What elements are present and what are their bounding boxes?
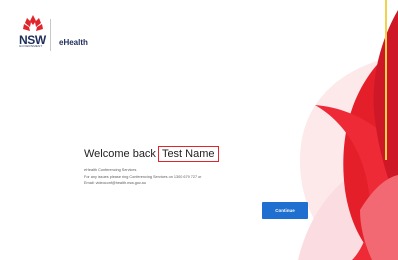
info-line: Email: videoconf@health.nsw.gov.au [84,181,146,186]
info-line: eHealth Conferencing Services [84,168,137,172]
welcome-panel: Welcome back Test Name eHealth Conferenc… [84,146,254,187]
accent-line [385,0,387,160]
logo-subtext: GOVERNMENT [19,44,43,48]
header-divider [50,19,51,51]
support-info: eHealth Conferencing Services For any is… [84,167,254,187]
user-name-highlight: Test Name [157,146,219,162]
welcome-prefix: Welcome back [84,148,156,160]
waratah-icon [23,15,43,31]
app-name: eHealth [59,38,88,47]
info-line: For any issues please ring Conferencing … [84,174,202,179]
login-page: NSW GOVERNMENT eHealth Welcome back Test… [0,0,398,260]
nsw-government-logo: NSW GOVERNMENT [18,13,48,48]
welcome-heading: Welcome back Test Name [84,146,254,162]
continue-button[interactable]: Continue [262,202,308,219]
